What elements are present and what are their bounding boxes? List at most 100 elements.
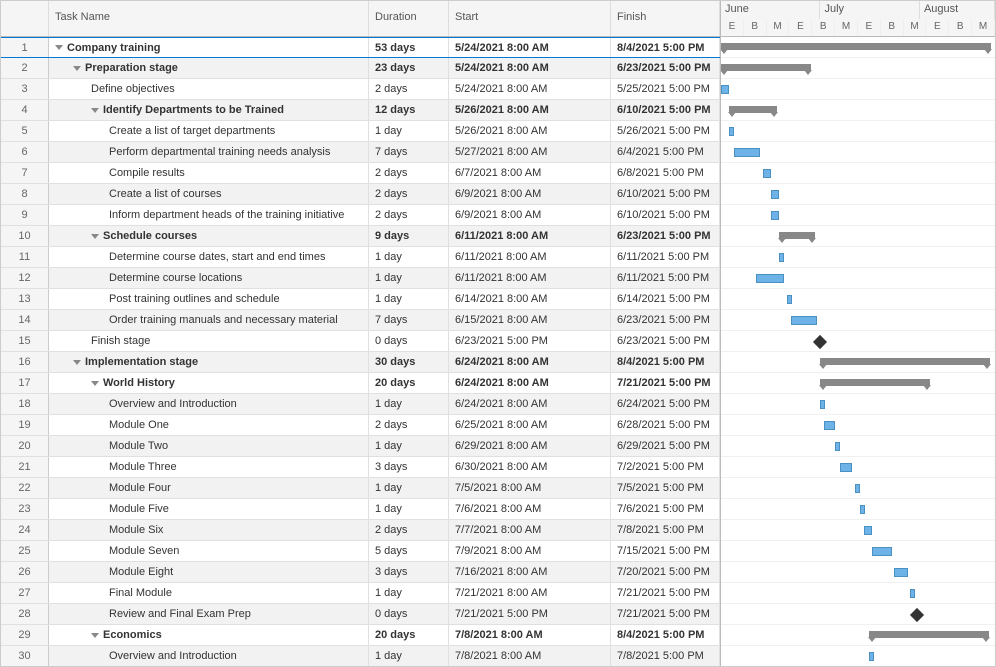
row-number[interactable]: 28 bbox=[1, 604, 49, 624]
task-bar[interactable] bbox=[860, 505, 865, 514]
duration-cell[interactable]: 1 day bbox=[369, 394, 449, 414]
table-row[interactable]: 17World History20 days6/24/2021 8:00 AM7… bbox=[1, 373, 720, 394]
duration-cell[interactable]: 9 days bbox=[369, 226, 449, 246]
finish-cell[interactable]: 6/8/2021 5:00 PM bbox=[611, 163, 720, 183]
table-row[interactable]: 7Compile results2 days6/7/2021 8:00 AM6/… bbox=[1, 163, 720, 184]
task-name-cell[interactable]: Inform department heads of the training … bbox=[49, 205, 369, 225]
finish-cell[interactable]: 6/28/2021 5:00 PM bbox=[611, 415, 720, 435]
header-taskname[interactable]: Task Name bbox=[49, 1, 369, 36]
task-bar[interactable] bbox=[763, 169, 771, 178]
task-bar[interactable] bbox=[771, 190, 779, 199]
start-cell[interactable]: 7/5/2021 8:00 AM bbox=[449, 478, 611, 498]
task-bar[interactable] bbox=[872, 547, 892, 556]
row-number[interactable]: 10 bbox=[1, 226, 49, 246]
task-name-cell[interactable]: Order training manuals and necessary mat… bbox=[49, 310, 369, 330]
finish-cell[interactable]: 6/11/2021 5:00 PM bbox=[611, 268, 720, 288]
table-row[interactable]: 3Define objectives2 days5/24/2021 8:00 A… bbox=[1, 79, 720, 100]
task-name-cell[interactable]: Preparation stage bbox=[49, 58, 369, 78]
finish-cell[interactable]: 7/8/2021 5:00 PM bbox=[611, 646, 720, 666]
table-row[interactable]: 11Determine course dates, start and end … bbox=[1, 247, 720, 268]
row-number[interactable]: 21 bbox=[1, 457, 49, 477]
duration-cell[interactable]: 1 day bbox=[369, 583, 449, 603]
finish-cell[interactable]: 7/2/2021 5:00 PM bbox=[611, 457, 720, 477]
chevron-down-icon[interactable] bbox=[91, 234, 99, 239]
chevron-down-icon[interactable] bbox=[91, 381, 99, 386]
row-number[interactable]: 23 bbox=[1, 499, 49, 519]
finish-cell[interactable]: 7/6/2021 5:00 PM bbox=[611, 499, 720, 519]
row-number[interactable]: 12 bbox=[1, 268, 49, 288]
row-number[interactable]: 5 bbox=[1, 121, 49, 141]
gantt-row[interactable] bbox=[721, 100, 995, 121]
task-name-cell[interactable]: Implementation stage bbox=[49, 352, 369, 372]
finish-cell[interactable]: 8/4/2021 5:00 PM bbox=[611, 38, 720, 57]
task-bar[interactable] bbox=[835, 442, 840, 451]
row-number[interactable]: 17 bbox=[1, 373, 49, 393]
gantt-row[interactable] bbox=[721, 520, 995, 541]
row-number[interactable]: 3 bbox=[1, 79, 49, 99]
task-bar[interactable] bbox=[855, 484, 860, 493]
table-row[interactable]: 14Order training manuals and necessary m… bbox=[1, 310, 720, 331]
task-bar[interactable] bbox=[869, 652, 874, 661]
start-cell[interactable]: 6/9/2021 8:00 AM bbox=[449, 205, 611, 225]
start-cell[interactable]: 5/27/2021 8:00 AM bbox=[449, 142, 611, 162]
task-name-cell[interactable]: Perform departmental training needs anal… bbox=[49, 142, 369, 162]
duration-cell[interactable]: 3 days bbox=[369, 457, 449, 477]
gantt-row[interactable] bbox=[721, 289, 995, 310]
table-row[interactable]: 6Perform departmental training needs ana… bbox=[1, 142, 720, 163]
chevron-down-icon[interactable] bbox=[91, 633, 99, 638]
table-row[interactable]: 15Finish stage0 days6/23/2021 5:00 PM6/2… bbox=[1, 331, 720, 352]
task-name-cell[interactable]: Module Two bbox=[49, 436, 369, 456]
gantt-row[interactable] bbox=[721, 268, 995, 289]
gantt-row[interactable] bbox=[721, 352, 995, 373]
start-cell[interactable]: 7/8/2021 8:00 AM bbox=[449, 625, 611, 645]
start-cell[interactable]: 5/26/2021 8:00 AM bbox=[449, 121, 611, 141]
table-row[interactable]: 29Economics20 days7/8/2021 8:00 AM8/4/20… bbox=[1, 625, 720, 646]
table-row[interactable]: 22Module Four1 day7/5/2021 8:00 AM7/5/20… bbox=[1, 478, 720, 499]
start-cell[interactable]: 7/7/2021 8:00 AM bbox=[449, 520, 611, 540]
gantt-row[interactable] bbox=[721, 436, 995, 457]
row-number[interactable]: 13 bbox=[1, 289, 49, 309]
row-number[interactable]: 25 bbox=[1, 541, 49, 561]
row-number[interactable]: 2 bbox=[1, 58, 49, 78]
table-row[interactable]: 13Post training outlines and schedule1 d… bbox=[1, 289, 720, 310]
duration-cell[interactable]: 7 days bbox=[369, 142, 449, 162]
start-cell[interactable]: 6/23/2021 5:00 PM bbox=[449, 331, 611, 351]
header-duration[interactable]: Duration bbox=[369, 1, 449, 36]
row-number[interactable]: 6 bbox=[1, 142, 49, 162]
row-number[interactable]: 27 bbox=[1, 583, 49, 603]
table-row[interactable]: 20Module Two1 day6/29/2021 8:00 AM6/29/2… bbox=[1, 436, 720, 457]
gantt-row[interactable] bbox=[721, 625, 995, 646]
gantt-row[interactable] bbox=[721, 121, 995, 142]
finish-cell[interactable]: 7/15/2021 5:00 PM bbox=[611, 541, 720, 561]
table-row[interactable]: 8Create a list of courses2 days6/9/2021 … bbox=[1, 184, 720, 205]
row-number[interactable]: 29 bbox=[1, 625, 49, 645]
start-cell[interactable]: 6/24/2021 8:00 AM bbox=[449, 394, 611, 414]
duration-cell[interactable]: 1 day bbox=[369, 646, 449, 666]
duration-cell[interactable]: 2 days bbox=[369, 415, 449, 435]
finish-cell[interactable]: 6/11/2021 5:00 PM bbox=[611, 247, 720, 267]
row-number[interactable]: 22 bbox=[1, 478, 49, 498]
row-number[interactable]: 24 bbox=[1, 520, 49, 540]
task-name-cell[interactable]: Module Six bbox=[49, 520, 369, 540]
start-cell[interactable]: 7/9/2021 8:00 AM bbox=[449, 541, 611, 561]
gantt-row[interactable] bbox=[721, 184, 995, 205]
task-name-cell[interactable]: Schedule courses bbox=[49, 226, 369, 246]
task-name-cell[interactable]: Finish stage bbox=[49, 331, 369, 351]
gantt-row[interactable] bbox=[721, 142, 995, 163]
finish-cell[interactable]: 6/23/2021 5:00 PM bbox=[611, 310, 720, 330]
task-name-cell[interactable]: Module Four bbox=[49, 478, 369, 498]
row-number[interactable]: 7 bbox=[1, 163, 49, 183]
gantt-row[interactable] bbox=[721, 604, 995, 625]
gantt-row[interactable] bbox=[721, 373, 995, 394]
summary-bar[interactable] bbox=[820, 358, 990, 365]
task-bar[interactable] bbox=[771, 211, 779, 220]
finish-cell[interactable]: 7/20/2021 5:00 PM bbox=[611, 562, 720, 582]
start-cell[interactable]: 7/16/2021 8:00 AM bbox=[449, 562, 611, 582]
task-name-cell[interactable]: World History bbox=[49, 373, 369, 393]
task-name-cell[interactable]: Post training outlines and schedule bbox=[49, 289, 369, 309]
task-name-cell[interactable]: Compile results bbox=[49, 163, 369, 183]
gantt-row[interactable] bbox=[721, 478, 995, 499]
gantt-row[interactable] bbox=[721, 457, 995, 478]
duration-cell[interactable]: 0 days bbox=[369, 604, 449, 624]
start-cell[interactable]: 7/8/2021 8:00 AM bbox=[449, 646, 611, 666]
